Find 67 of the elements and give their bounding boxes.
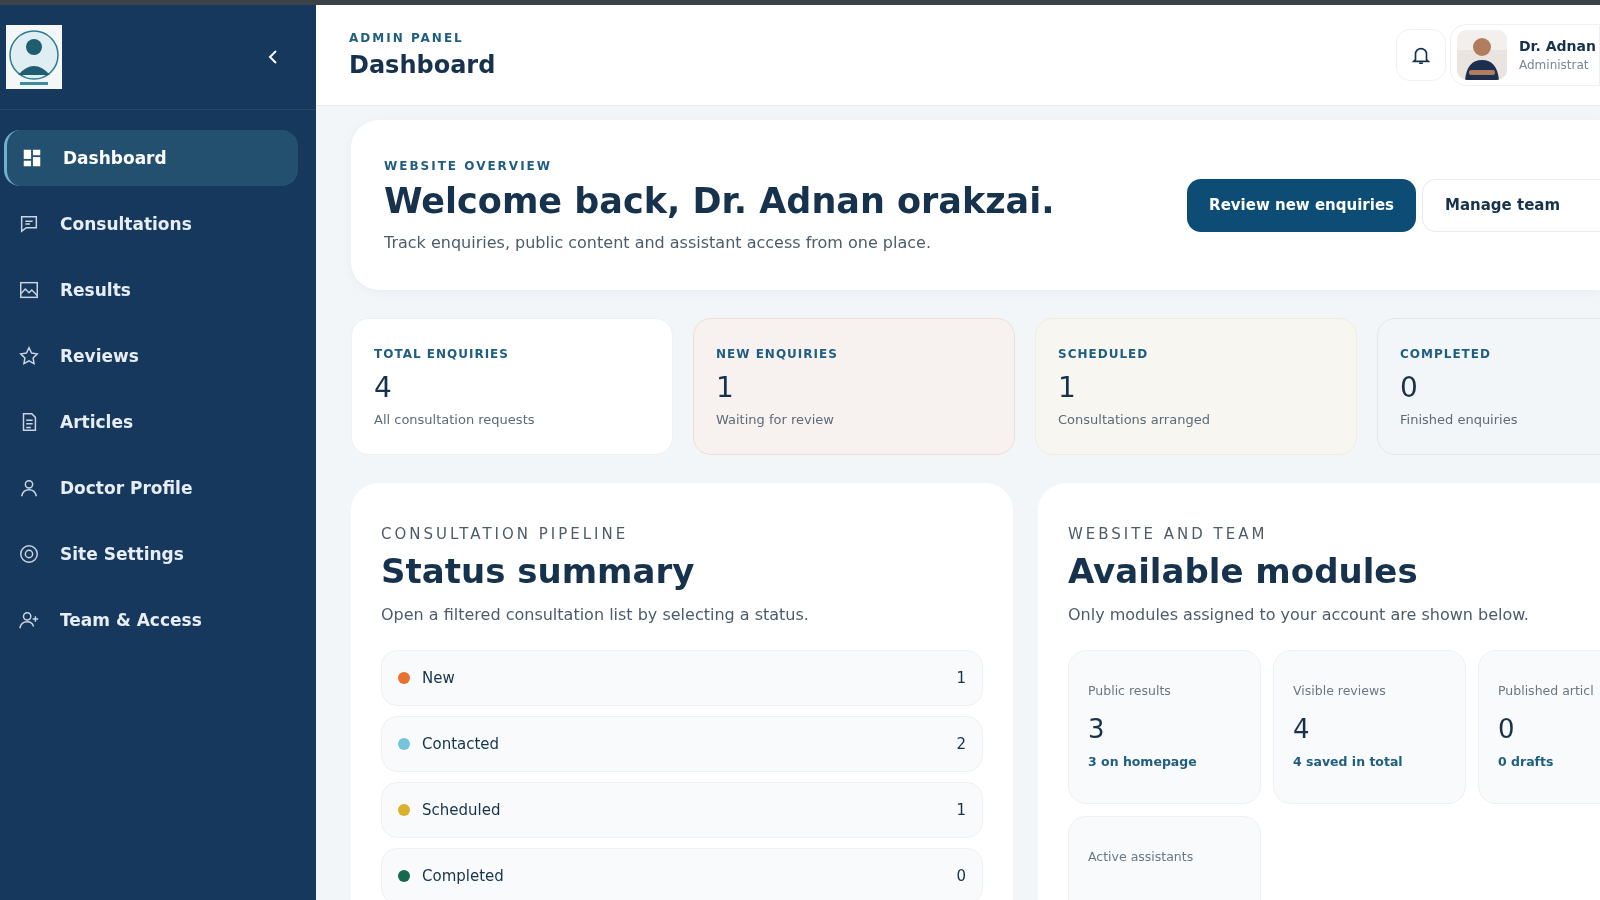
nav-item[interactable]: Team & Access <box>4 592 298 648</box>
notifications-button[interactable] <box>1396 29 1446 81</box>
stat-note: Consultations arranged <box>1058 412 1211 427</box>
stat-value: 1 <box>716 371 735 404</box>
section-eyebrow: WEBSITE OVERVIEW <box>384 158 554 173</box>
stat-label: NEW ENQUIRIES <box>716 347 839 361</box>
stat-label: SCHEDULED <box>1058 347 1150 361</box>
status-count: 0 <box>956 867 966 885</box>
nav-item[interactable]: Reviews <box>4 328 298 384</box>
stat-label: TOTAL ENQUIRIES <box>374 347 510 361</box>
module-value: 3 <box>1088 714 1106 744</box>
stat-value: 0 <box>1400 371 1419 404</box>
review-button[interactable]: Review new enquiries <box>1187 178 1416 232</box>
stat-value: 1 <box>1058 371 1077 404</box>
user-icon <box>18 477 40 499</box>
section-eyebrow: WEBSITE AND TEAM <box>1068 525 1269 543</box>
status-label: Contacted <box>422 735 501 753</box>
stat-value: 4 <box>374 371 393 404</box>
nav-item[interactable]: Consultations <box>4 196 298 252</box>
section-title: Available modules <box>1068 551 1419 591</box>
module-label: Published articl <box>1498 683 1595 698</box>
status-count: 1 <box>956 801 966 819</box>
status-label: New <box>422 669 456 687</box>
module-value: 4 <box>1293 714 1311 744</box>
module-label: Public results <box>1088 683 1172 698</box>
nav-item[interactable]: Results <box>4 262 298 318</box>
user-chip[interactable]: Dr. Adnan Administrat <box>1450 24 1600 86</box>
module-label: Active assistants <box>1088 849 1195 864</box>
stat-note: All consultation requests <box>374 412 536 427</box>
nav-item[interactable]: Doctor Profile <box>4 460 298 516</box>
module-note: 4 saved in total <box>1293 754 1404 769</box>
manage-button[interactable]: Manage team <box>1422 178 1600 232</box>
status-row[interactable]: Contacted 2 <box>381 716 983 772</box>
module-value: 0 <box>1498 714 1516 744</box>
status-row[interactable]: Completed 0 <box>381 848 983 900</box>
section-text: Only modules assigned to your account are shown below. <box>1068 605 1530 624</box>
status-label: Scheduled <box>422 801 502 819</box>
status-count: 2 <box>956 735 966 753</box>
status-row[interactable]: New 1 <box>381 650 983 706</box>
nav-item[interactable]: Site Settings <box>4 526 298 582</box>
module-label: Visible reviews <box>1293 683 1387 698</box>
user-role: Administrat <box>1519 58 1590 72</box>
welcome-text: Track enquiries, public content and assistant access from one place. <box>384 232 932 252</box>
section-eyebrow: CONSULTATION PIPELINE <box>381 525 630 543</box>
status-count: 1 <box>956 669 966 687</box>
user-name: Dr. Adnan <box>1519 38 1596 54</box>
star-icon <box>18 345 40 367</box>
image-icon <box>18 279 40 301</box>
page-eyebrow: ADMIN PANEL <box>349 31 465 45</box>
chat-icon <box>18 213 40 235</box>
status-row[interactable]: Scheduled 1 <box>381 782 983 838</box>
welcome-title: Welcome back, Dr. Adnan orakzai. <box>384 180 1055 221</box>
collapse-icon[interactable] <box>268 49 278 65</box>
nav-item[interactable]: Dashboard <box>4 130 298 186</box>
stat-label: COMPLETED <box>1400 347 1492 361</box>
module-note: 3 on homepage <box>1088 754 1198 769</box>
module-note: 0 drafts <box>1498 754 1555 769</box>
add-user-icon <box>18 609 40 631</box>
stat-note: Finished enquiries <box>1400 412 1519 427</box>
circle-icon <box>18 543 40 565</box>
stat-note: Waiting for review <box>716 412 835 427</box>
nav-item[interactable]: Articles <box>4 394 298 450</box>
grid-icon <box>21 147 43 169</box>
status-label: Completed <box>422 867 505 885</box>
section-text: Open a filtered consultation list by selecting a status. <box>381 605 810 624</box>
section-title: Status summary <box>381 551 696 591</box>
page-title: Dashboard <box>349 51 496 79</box>
